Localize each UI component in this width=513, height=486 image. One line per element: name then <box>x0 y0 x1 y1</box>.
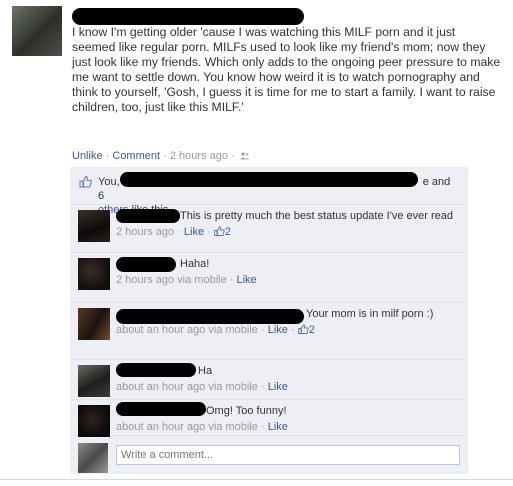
comment-text: Your mom is in milf porn :) <box>306 308 434 320</box>
comments-panel: You, e and 6 others like this. This is p… <box>70 167 468 474</box>
likes-prefix: You, <box>98 176 120 188</box>
separator: · <box>163 150 167 162</box>
redacted-poster-name <box>72 8 304 25</box>
comment-meta: 2 hours ago via mobile · Like <box>116 274 257 286</box>
comment-time[interactable]: about an hour ago <box>116 421 205 433</box>
comment-item: Ha about an hour ago via mobile · Like <box>70 359 468 400</box>
comment-link[interactable]: Comment <box>112 150 160 162</box>
comment-time[interactable]: about an hour ago <box>116 324 205 336</box>
redacted-commenter-name <box>116 309 304 324</box>
thumbs-up-icon <box>79 175 92 188</box>
status-text: I know I'm getting older 'cause I was wa… <box>72 25 501 115</box>
comment-meta: about an hour ago via mobile · Like <box>116 421 288 433</box>
likes-row: You, e and 6 others like this. <box>70 167 468 216</box>
current-user-avatar <box>78 443 108 473</box>
commenter-avatar[interactable] <box>78 365 110 397</box>
redacted-commenter-name <box>116 402 206 416</box>
like-count-icon <box>297 324 309 334</box>
like-comment-link[interactable]: Like <box>268 324 288 336</box>
commenter-avatar[interactable] <box>78 405 110 437</box>
comment-text: Omg! Too funny! <box>206 405 287 417</box>
like-count[interactable]: 2 <box>225 226 231 238</box>
separator: · <box>105 150 110 162</box>
comment-item: Omg! Too funny! about an hour ago via mo… <box>70 399 468 437</box>
like-comment-link[interactable]: Like <box>184 226 204 238</box>
like-count-icon <box>214 226 225 236</box>
comment-via: via mobile <box>208 324 258 336</box>
comment-item: Haha! 2 hours ago via mobile · Like <box>70 252 468 303</box>
friends-privacy-icon[interactable] <box>240 152 250 160</box>
like-comment-link[interactable]: Like <box>268 421 288 433</box>
comment-meta: 2 hours ago · Like · 2 <box>116 226 232 238</box>
divider <box>0 479 513 480</box>
comment-via: via mobile <box>177 274 227 286</box>
comment-meta: about an hour ago via mobile · Like <box>116 381 288 393</box>
comment-via: via mobile <box>208 381 258 393</box>
status-post: I know I'm getting older 'cause I was wa… <box>0 0 513 486</box>
redacted-commenter-name <box>116 257 176 272</box>
unlike-link[interactable]: Unlike <box>72 150 103 162</box>
redacted-commenter-name <box>116 209 180 223</box>
commenter-avatar[interactable] <box>78 308 110 340</box>
separator: · <box>231 150 235 162</box>
commenter-avatar[interactable] <box>78 210 110 242</box>
comment-text: Ha <box>198 365 213 377</box>
comment-text: Haha! <box>180 258 210 270</box>
comment-composer <box>70 435 468 474</box>
comment-meta: about an hour ago via mobile · Like · 2 <box>116 324 315 336</box>
redacted-commenter-name <box>116 363 196 377</box>
like-comment-link[interactable]: Like <box>268 381 288 393</box>
comment-item: This is pretty much the best status upda… <box>70 204 468 253</box>
redacted-liker-names <box>120 172 418 187</box>
comment-via: via mobile <box>208 421 258 433</box>
post-timestamp[interactable]: 2 hours ago <box>170 150 228 162</box>
poster-avatar[interactable] <box>12 6 62 56</box>
comment-time[interactable]: 2 hours ago <box>116 226 174 238</box>
comment-time[interactable]: about an hour ago <box>116 381 205 393</box>
comment-input[interactable] <box>116 445 460 465</box>
comment-text: This is pretty much the best status upda… <box>180 210 453 222</box>
post-actions: Unlike · Comment · 2 hours ago · <box>72 150 250 162</box>
like-count[interactable]: 2 <box>309 324 315 336</box>
comment-time[interactable]: 2 hours ago <box>116 274 174 286</box>
like-comment-link[interactable]: Like <box>237 274 257 286</box>
comment-item: Your mom is in milf porn :) about an hou… <box>70 302 468 360</box>
commenter-avatar[interactable] <box>78 258 110 290</box>
